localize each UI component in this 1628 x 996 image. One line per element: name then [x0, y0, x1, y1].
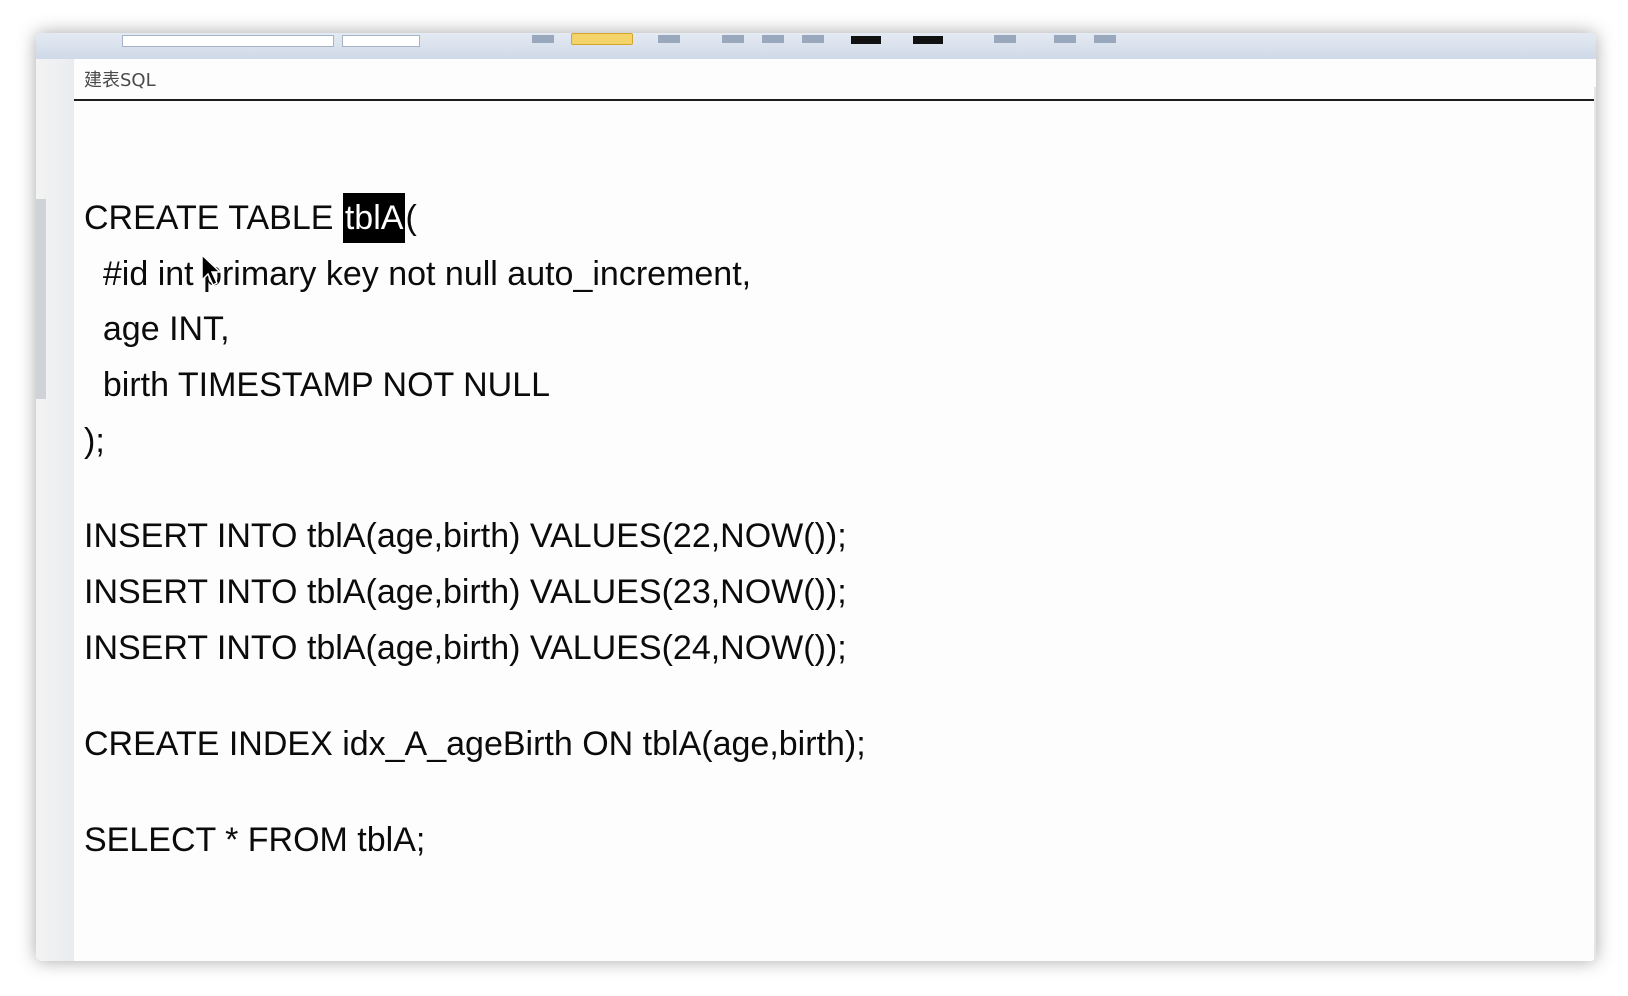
left-gutter — [36, 59, 77, 961]
toolbar-button[interactable] — [722, 35, 744, 43]
toolbar-button[interactable] — [802, 35, 824, 43]
toolbar-button[interactable] — [532, 35, 554, 43]
toolbar-highlight-button[interactable] — [571, 33, 633, 45]
tab-title[interactable]: 建表SQL — [74, 59, 1596, 101]
toolbar-color-button[interactable] — [913, 36, 943, 44]
toolbar-button[interactable] — [658, 35, 680, 43]
toolbar-combobox-2[interactable] — [342, 35, 420, 47]
right-border — [1594, 87, 1596, 961]
code-line: CREATE INDEX idx_A_ageBirth ON tblA(age,… — [84, 725, 866, 763]
sql-panel: 建表SQL CREATE TABLE tblA( #id int primary… — [74, 59, 1596, 961]
code-line: ); — [84, 422, 105, 460]
scrollbar-thumb[interactable] — [36, 199, 46, 399]
mouse-pointer-icon — [201, 254, 222, 287]
code-line: INSERT INTO tblA(age,birth) VALUES(22,NO… — [84, 517, 847, 555]
code-text: CREATE TABLE — [84, 199, 343, 237]
code-line: INSERT INTO tblA(age,birth) VALUES(23,NO… — [84, 573, 847, 611]
toolbar-button[interactable] — [994, 35, 1016, 43]
editor-window: 建表SQL CREATE TABLE tblA( #id int primary… — [36, 33, 1596, 961]
code-line: age INT, — [84, 310, 230, 348]
toolbar-button[interactable] — [1094, 35, 1116, 43]
code-line: INSERT INTO tblA(age,birth) VALUES(24,NO… — [84, 629, 847, 667]
toolbar-combobox-1[interactable] — [122, 35, 334, 47]
code-line: #id int primary key not null auto_increm… — [84, 255, 752, 293]
toolbar-button[interactable] — [762, 35, 784, 43]
code-line: SELECT * FROM tblA; — [84, 821, 426, 859]
code-line: birth TIMESTAMP NOT NULL — [84, 366, 551, 404]
code-line: CREATE TABLE tblA( — [84, 193, 417, 243]
toolbar-color-button[interactable] — [851, 36, 881, 44]
tab-title-label: 建表SQL — [84, 70, 156, 91]
toolbar — [36, 33, 1596, 61]
sql-editor[interactable]: CREATE TABLE tblA( #id int primary key n… — [84, 101, 1596, 961]
code-text: ( — [405, 199, 417, 237]
toolbar-button[interactable] — [1054, 35, 1076, 43]
selected-text[interactable]: tblA — [342, 193, 406, 243]
